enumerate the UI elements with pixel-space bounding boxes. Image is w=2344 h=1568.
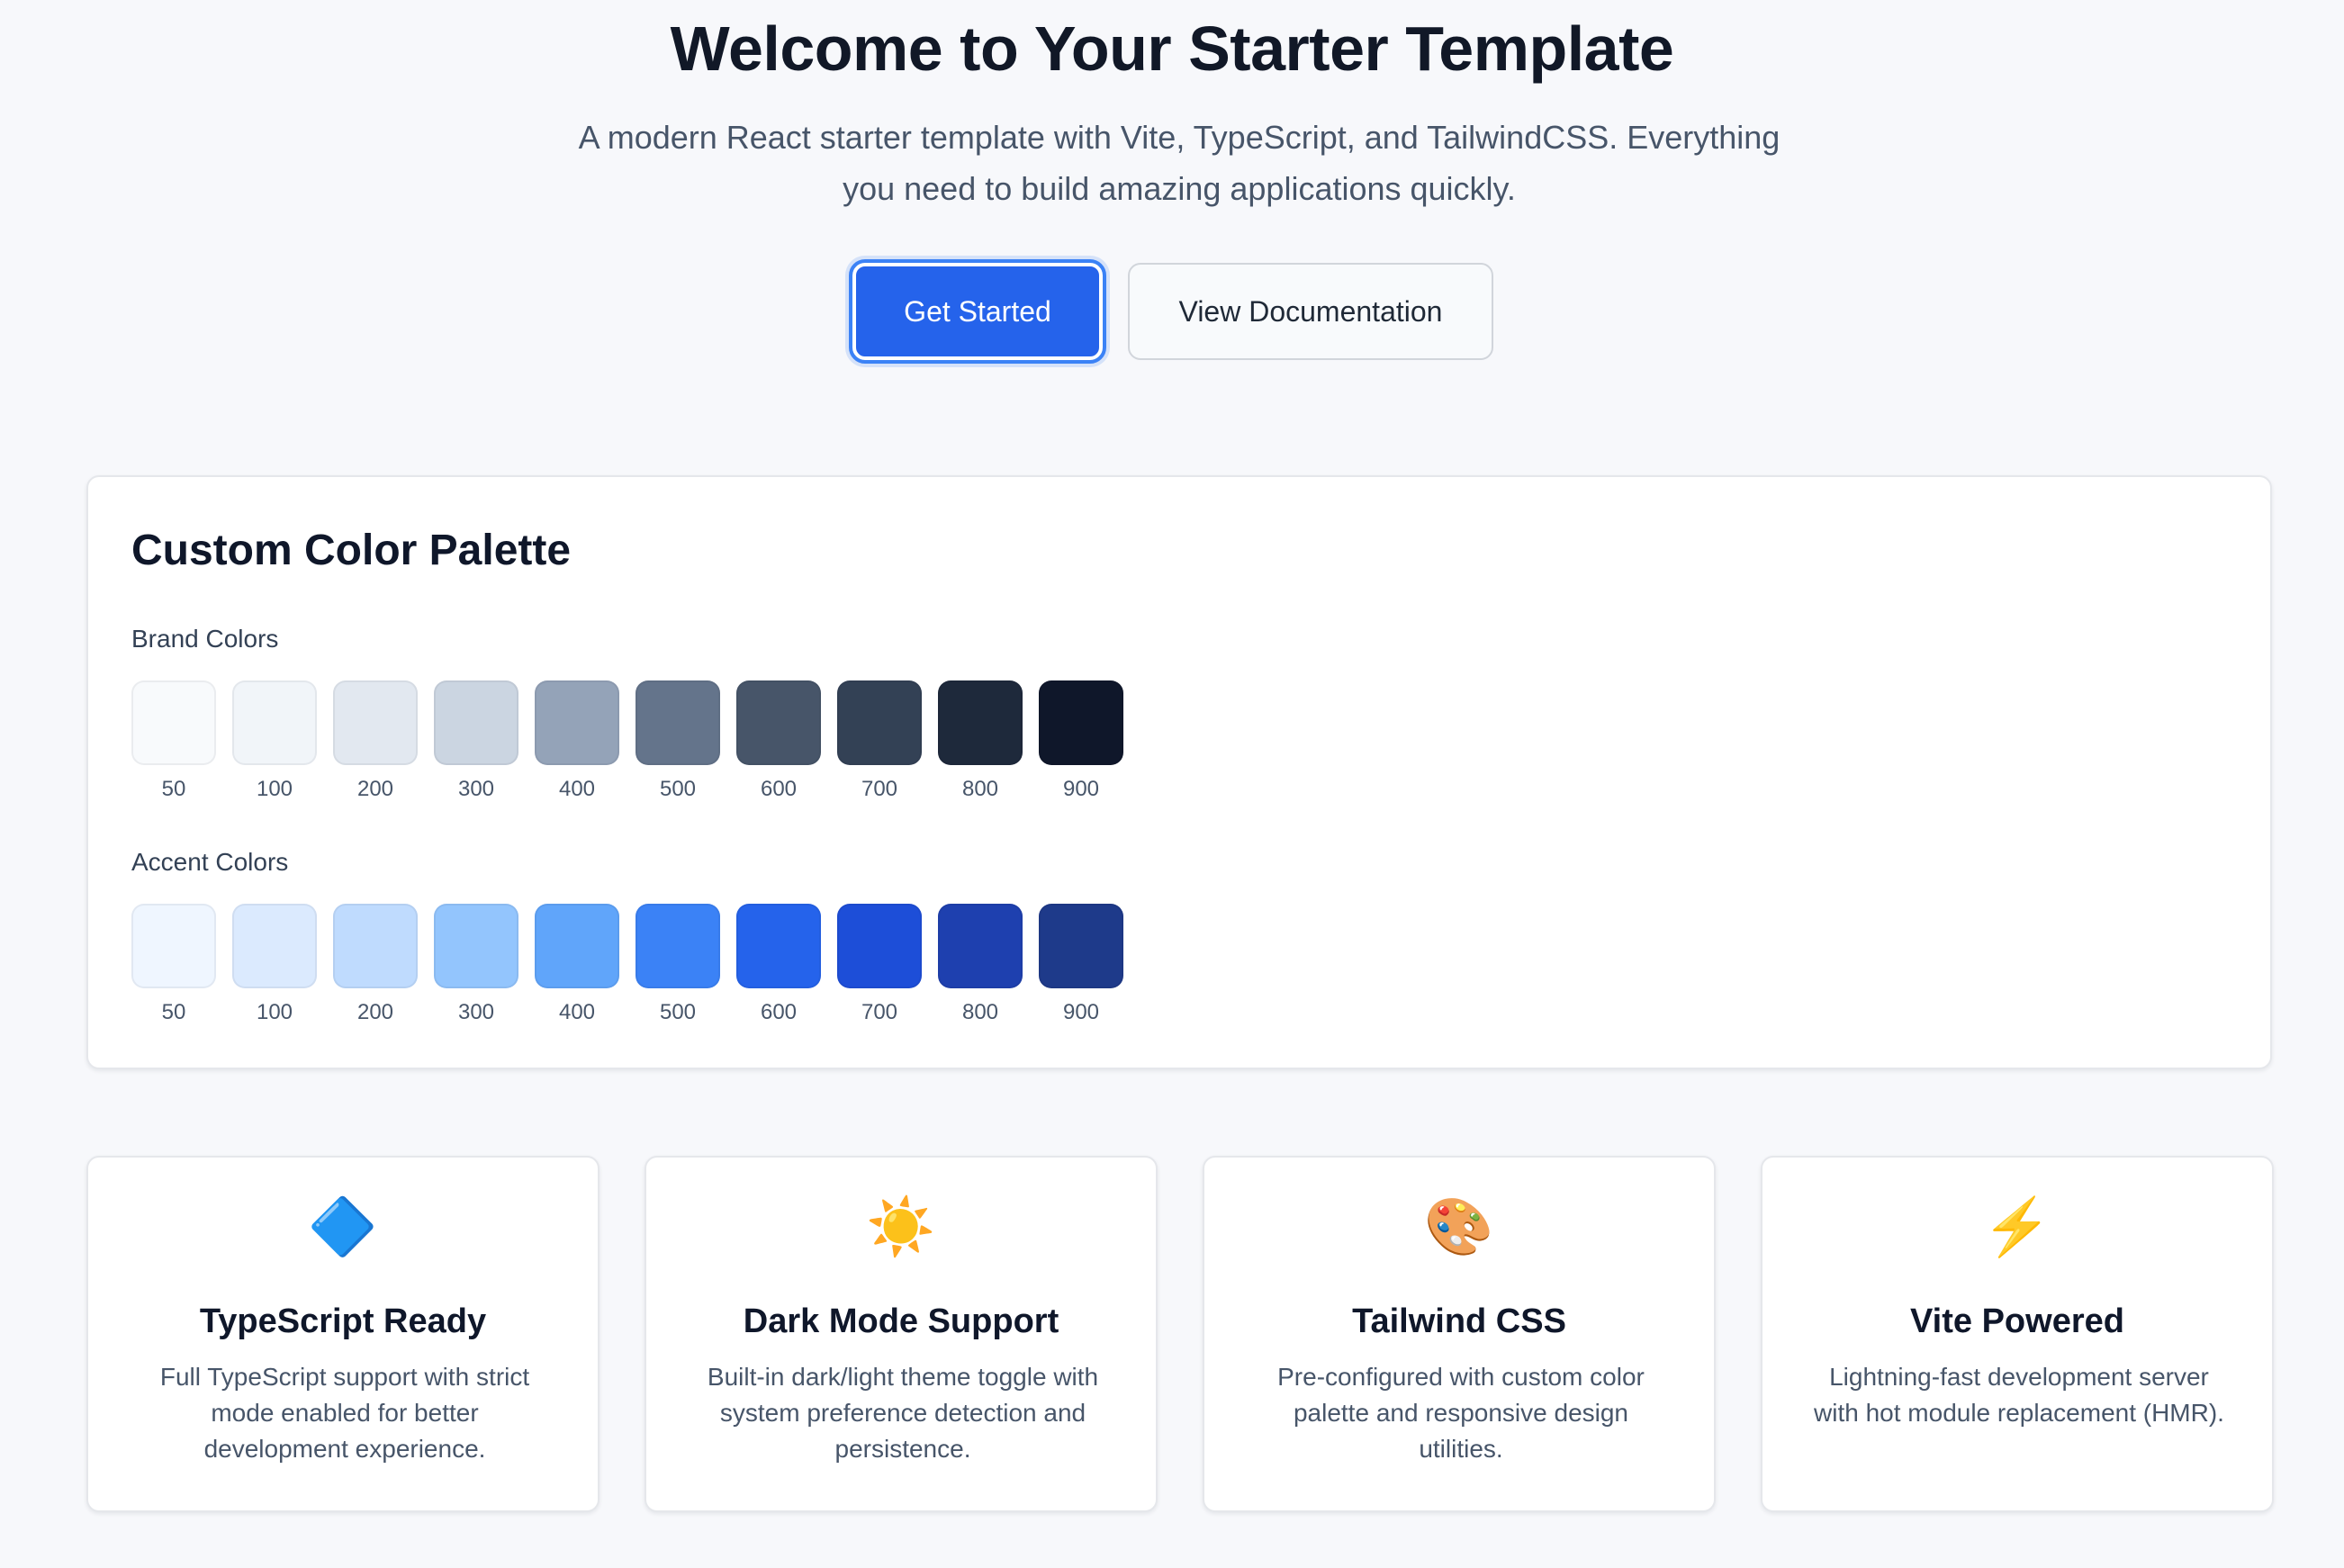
brand-color-swatch <box>1039 680 1123 765</box>
accent-color-shade: 400 <box>558 1000 596 1024</box>
accent-color-shade: 200 <box>356 1000 394 1024</box>
accent-color-swatch <box>131 904 216 988</box>
brand-color-shade: 200 <box>356 777 394 801</box>
brand-color-swatch-item: 700 <box>837 680 922 803</box>
view-documentation-button[interactable]: View Documentation <box>1128 263 1493 360</box>
palette-title: Custom Color Palette <box>131 527 572 574</box>
accent-color-swatch-item: 200 <box>333 904 418 1026</box>
accent-color-swatch <box>1039 904 1123 988</box>
brand-color-swatch-item: 600 <box>736 680 821 803</box>
accent-colors-label: Accent Colors <box>131 848 289 876</box>
brand-color-row: 50 100 200 300 400 500 600 700 800 900 <box>131 680 1123 803</box>
feature-description: Built-in dark/light theme toggle with sy… <box>707 1363 1099 1463</box>
accent-color-row: 50 100 200 300 400 500 600 700 800 900 <box>131 904 1123 1026</box>
accent-color-shade: 50 <box>161 1000 186 1024</box>
feature-grid: 🔷 TypeScript Ready Full TypeScript suppo… <box>86 1156 2274 1512</box>
feature-card-vite: ⚡ Vite Powered Lightning-fast developmen… <box>1761 1156 2274 1512</box>
sun-icon: ☀️ <box>866 1196 936 1258</box>
brand-color-shade: 100 <box>256 777 293 801</box>
brand-color-swatch-item: 300 <box>434 680 518 803</box>
page-title: Welcome to Your Starter Template <box>670 14 1674 84</box>
brand-color-shade: 800 <box>961 777 999 801</box>
hero-subtitle: A modern React starter template with Vit… <box>578 119 1781 207</box>
feature-description: Full TypeScript support with strict mode… <box>159 1363 530 1463</box>
accent-color-swatch-item: 900 <box>1039 904 1123 1026</box>
accent-color-swatch <box>232 904 317 988</box>
brand-color-swatch <box>434 680 518 765</box>
accent-color-swatch-item: 400 <box>535 904 619 1026</box>
brand-color-swatch <box>535 680 619 765</box>
accent-color-swatch-item: 800 <box>938 904 1023 1026</box>
accent-color-swatch <box>938 904 1023 988</box>
accent-color-swatch <box>736 904 821 988</box>
feature-title: Dark Mode Support <box>743 1302 1059 1340</box>
brand-color-swatch-item: 800 <box>938 680 1023 803</box>
hero-actions: Get Started View Documentation <box>0 259 2344 364</box>
accent-color-swatch-item: 100 <box>232 904 317 1026</box>
accent-color-swatch-item: 50 <box>131 904 216 1026</box>
accent-color-shade: 600 <box>760 1000 798 1024</box>
feature-title: Vite Powered <box>1910 1302 2124 1340</box>
brand-colors-label: Brand Colors <box>131 625 279 653</box>
brand-color-shade: 50 <box>161 777 186 801</box>
typescript-diamond-icon: 🔷 <box>308 1196 378 1258</box>
accent-color-swatch-item: 300 <box>434 904 518 1026</box>
accent-color-shade: 500 <box>659 1000 697 1024</box>
brand-color-swatch <box>333 680 418 765</box>
feature-card-tailwind: 🎨 Tailwind CSS Pre-configured with custo… <box>1203 1156 1716 1512</box>
accent-color-swatch <box>333 904 418 988</box>
brand-color-swatch-item: 50 <box>131 680 216 803</box>
brand-color-swatch-item: 400 <box>535 680 619 803</box>
brand-color-swatch <box>837 680 922 765</box>
accent-color-shade: 700 <box>861 1000 898 1024</box>
brand-color-shade: 300 <box>457 777 495 801</box>
brand-color-shade: 700 <box>861 777 898 801</box>
accent-color-swatch <box>535 904 619 988</box>
accent-color-shade: 800 <box>961 1000 999 1024</box>
custom-color-palette-card: Custom Color Palette Brand Colors 50 100… <box>86 475 2272 1069</box>
accent-color-swatch <box>434 904 518 988</box>
accent-color-shade: 300 <box>457 1000 495 1024</box>
brand-color-swatch-item: 200 <box>333 680 418 803</box>
brand-color-swatch <box>232 680 317 765</box>
brand-color-shade: 900 <box>1062 777 1100 801</box>
feature-title: Tailwind CSS <box>1352 1302 1566 1340</box>
brand-color-swatch-item: 100 <box>232 680 317 803</box>
brand-color-swatch <box>636 680 720 765</box>
palette-icon: 🎨 <box>1424 1196 1494 1258</box>
brand-color-swatch-item: 500 <box>636 680 720 803</box>
accent-color-swatch-item: 600 <box>736 904 821 1026</box>
get-started-button[interactable]: Get Started <box>849 259 1106 364</box>
accent-color-swatch-item: 500 <box>636 904 720 1026</box>
lightning-icon: ⚡ <box>1982 1196 2052 1258</box>
feature-title: TypeScript Ready <box>199 1302 487 1340</box>
brand-color-swatch <box>736 680 821 765</box>
feature-card-dark-mode: ☀️ Dark Mode Support Built-in dark/light… <box>645 1156 1158 1512</box>
brand-color-shade: 500 <box>659 777 697 801</box>
brand-color-shade: 400 <box>558 777 596 801</box>
accent-color-swatch <box>636 904 720 988</box>
feature-description: Lightning-fast development server with h… <box>1814 1363 2224 1427</box>
brand-color-swatch-item: 900 <box>1039 680 1123 803</box>
accent-color-shade: 100 <box>256 1000 293 1024</box>
feature-description: Pre-configured with custom color palette… <box>1277 1363 1645 1463</box>
brand-color-swatch <box>131 680 216 765</box>
accent-color-swatch <box>837 904 922 988</box>
accent-color-shade: 900 <box>1062 1000 1100 1024</box>
brand-color-shade: 600 <box>760 777 798 801</box>
brand-color-swatch <box>938 680 1023 765</box>
feature-card-typescript: 🔷 TypeScript Ready Full TypeScript suppo… <box>86 1156 600 1512</box>
accent-color-swatch-item: 700 <box>837 904 922 1026</box>
